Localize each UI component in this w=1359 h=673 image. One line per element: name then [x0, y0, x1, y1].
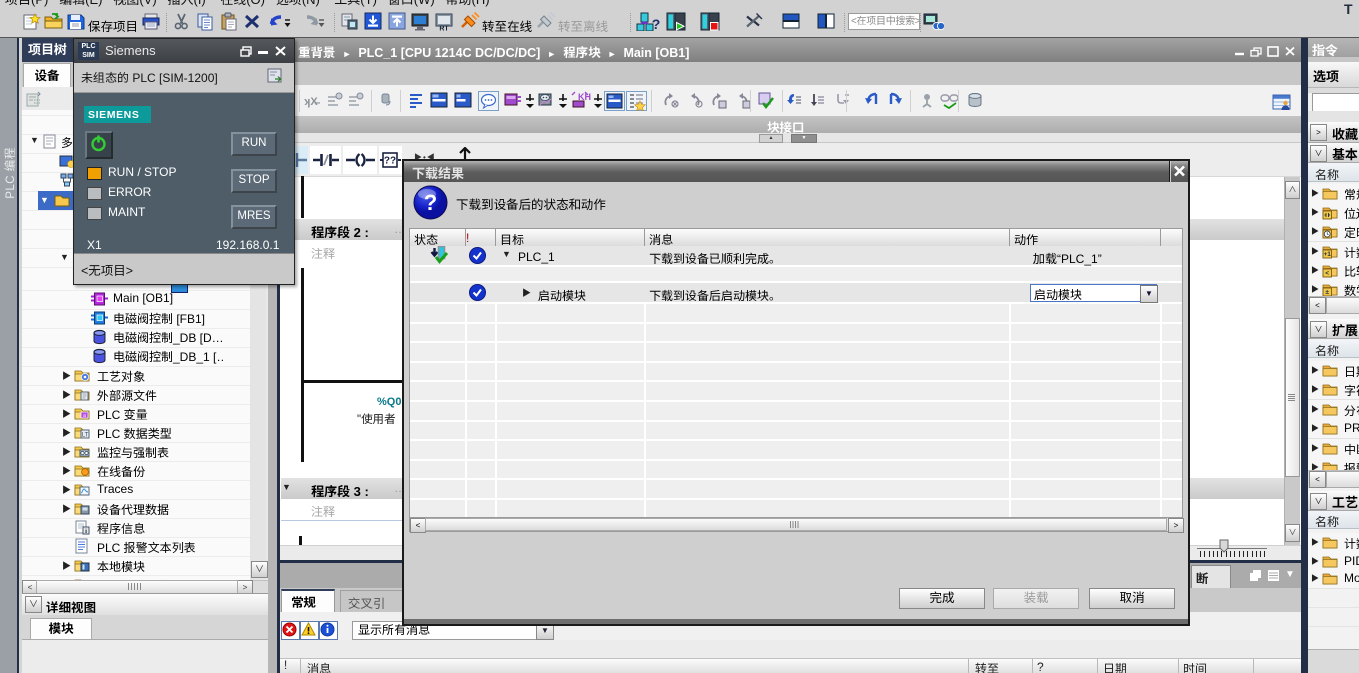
- svg-text:a: a: [83, 413, 86, 419]
- svg-text:+1: +1: [1323, 251, 1331, 258]
- svg-text:??: ??: [384, 156, 396, 167]
- svg-text:<: <: [1325, 270, 1329, 277]
- svg-text:RT: RT: [439, 26, 449, 32]
- svg-text:ʞX̶: ʞX̶: [304, 96, 320, 108]
- svg-text:LT: LT: [82, 433, 89, 439]
- svg-text:i: i: [85, 528, 87, 535]
- svg-text:?: ?: [424, 190, 437, 215]
- svg-text:?: ?: [652, 16, 660, 31]
